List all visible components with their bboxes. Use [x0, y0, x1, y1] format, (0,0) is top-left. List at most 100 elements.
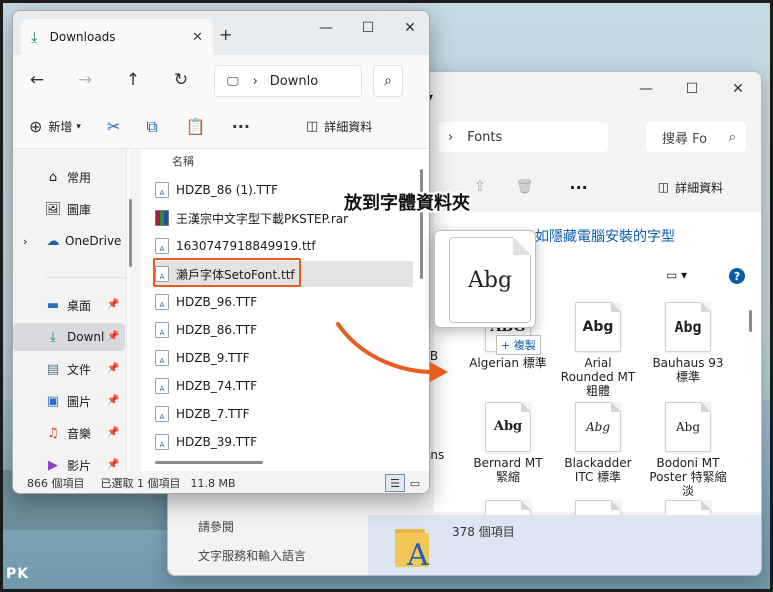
paste-button[interactable]: 📋 [186, 117, 212, 136]
selected-size: 11.8 MB [190, 476, 236, 490]
chevron-right-icon: › [252, 73, 258, 89]
chevron-down-icon: ▾ [681, 268, 688, 282]
details-button-label: 詳細資料 [324, 120, 373, 134]
copy-button[interactable]: ⧉ [146, 117, 163, 137]
search-icon: ⌕ [728, 129, 736, 145]
maximize-icon[interactable]: ☐ [347, 11, 389, 45]
view-select[interactable]: ▭ ▾ [666, 268, 687, 282]
sidebar-item-home[interactable]: ⌂ 常用 [13, 163, 125, 191]
cut-button[interactable]: ✂ [107, 117, 126, 136]
pane-splitter[interactable] [126, 149, 130, 471]
desktop-icon: ▬ [46, 297, 60, 313]
fonts-search-placeholder: 搜尋 Fo [662, 131, 708, 147]
fonts-address-bar[interactable]: › Fonts [438, 122, 608, 152]
navigation-scrollbar[interactable] [129, 199, 132, 267]
chevron-right-icon: › [448, 129, 454, 145]
status-bar: 866 個項目 已選取 1 個項目 11.8 MB ☰ ▭ [13, 471, 429, 493]
pin-icon[interactable]: 📌 [107, 299, 119, 310]
sidebar-item-onedrive[interactable]: › ☁ OneDrive [13, 227, 125, 255]
font-folder-icon: A [395, 529, 429, 569]
details-view-icon[interactable]: ☰ [385, 474, 405, 492]
font-tile[interactable]: Abg Bodoni MT Poster 特緊縮 淡 [648, 402, 728, 498]
font-file-icon: Abg [665, 302, 711, 352]
tiles-view-icon[interactable]: ▭ [405, 474, 425, 492]
fonts-search-input[interactable]: 搜尋 Fo ⌕ [646, 122, 746, 152]
watermark-logo: PK [6, 566, 29, 582]
horizontal-scrollbar[interactable] [155, 461, 263, 464]
close-icon[interactable]: ✕ [389, 11, 429, 45]
font-file-icon: A [155, 294, 169, 310]
share-icon[interactable]: ⇪ [474, 179, 486, 195]
file-name: HDZB_74.TTF [176, 379, 258, 393]
font-tile-label: Arial Rounded MT 粗體 [560, 356, 636, 398]
minimize-icon[interactable]: — [623, 72, 669, 106]
minimize-icon[interactable]: — [305, 11, 347, 45]
font-tile[interactable]: Abg Bauhaus 93 標準 [648, 302, 728, 384]
forward-arrow-icon[interactable]: → [61, 70, 109, 90]
column-header-name[interactable]: 名稱 [172, 153, 194, 169]
font-tile-label: Bernard MT 緊縮 [473, 456, 543, 484]
cloud-icon: ☁ [46, 233, 60, 249]
search-input[interactable]: ⌕ [373, 65, 403, 97]
font-tile-label: Blackadder ITC 標準 [564, 456, 632, 484]
back-arrow-icon[interactable]: ← [13, 70, 61, 90]
pin-icon[interactable]: 📌 [107, 427, 119, 438]
text-services-link[interactable]: 文字服務和輸入語言 [198, 547, 306, 564]
more-options-icon[interactable]: ··· [570, 178, 588, 197]
details-pane-icon[interactable]: ◫ [658, 180, 669, 194]
file-row[interactable]: A HDZB_7.TTF [155, 401, 413, 427]
font-tile[interactable]: Abg Blackadder ITC 標準 [558, 402, 638, 484]
sidebar-item-label: 音樂 [67, 426, 92, 441]
close-icon[interactable]: ✕ [715, 72, 761, 106]
sidebar-item-label: 常用 [67, 170, 92, 185]
font-tile[interactable]: Abg Bernard MT 緊縮 [468, 402, 548, 484]
copy-tooltip: + 複製 [496, 335, 541, 355]
details-button[interactable]: ◫ 詳細資料 [306, 118, 372, 135]
new-button[interactable]: ⊕ 新增 ▾ [29, 117, 81, 136]
fonts-scrollbar[interactable] [748, 294, 754, 524]
download-icon: ⤓ [50, 329, 56, 345]
file-row[interactable]: A 1630747918849919.ttf [155, 233, 413, 259]
item-count: 866 個項目 [27, 477, 85, 490]
sidebar-item-gallery[interactable]: 🖼 圖庫 [13, 195, 125, 223]
pin-icon[interactable]: 📌 [107, 395, 119, 406]
file-name: HDZB_86 (1).TTF [176, 183, 278, 197]
file-name: HDZB_39.TTF [176, 435, 258, 449]
music-icon: ♫ [47, 425, 59, 441]
pin-icon[interactable]: 📌 [107, 459, 119, 470]
fonts-details-button[interactable]: 詳細資料 [675, 179, 723, 196]
instruction-callout: 放到字體資料夾 [344, 193, 470, 214]
download-icon: ⤓ [31, 28, 38, 46]
refresh-icon[interactable]: ↻ [157, 70, 205, 90]
fonts-address-text: Fonts [467, 129, 503, 145]
file-name: HDZB_86.TTF [176, 323, 258, 337]
plus-circle-icon: ⊕ [29, 117, 43, 136]
delete-icon[interactable]: 🗑 [516, 179, 534, 195]
help-icon[interactable]: ? [729, 268, 745, 284]
new-button-label: 新增 [48, 120, 73, 134]
selection-highlight-box [153, 258, 301, 287]
chevron-right-icon[interactable]: › [23, 235, 43, 248]
tab-downloads[interactable]: ⤓ Downloads ✕ [21, 19, 213, 55]
see-also-heading: 請參閱 [198, 520, 235, 534]
font-tile[interactable]: Abg Arial Rounded MT 粗體 [558, 302, 638, 398]
font-file-icon: A [155, 238, 169, 254]
file-row[interactable]: A HDZB_96.TTF [155, 289, 413, 315]
pin-icon[interactable]: 📌 [107, 331, 119, 342]
clipboard-icon: 📋 [185, 117, 206, 136]
address-bar[interactable]: 🖵 › Downlo [214, 65, 362, 97]
new-tab-button[interactable]: + [219, 25, 232, 44]
maximize-icon[interactable]: ☐ [669, 72, 715, 106]
sidebar-divider [46, 277, 126, 278]
close-tab-icon[interactable]: ✕ [192, 30, 203, 45]
font-file-preview-icon: Abg [449, 237, 531, 323]
details-pane-icon: ◫ [305, 119, 319, 134]
pin-icon[interactable]: 📌 [107, 363, 119, 374]
more-options-button[interactable]: ··· [232, 117, 256, 136]
downloads-window: ⤓ Downloads ✕ + — ☐ ✕ ← → ↑ ↻ 🖵 › Downlo… [12, 10, 430, 494]
fonts-subtitle-link[interactable]: 如隱藏電腦安裝的字型 [535, 226, 675, 246]
font-file-icon: A [155, 434, 169, 450]
up-arrow-icon[interactable]: ↑ [109, 70, 157, 90]
file-row[interactable]: A HDZB_39.TTF [155, 429, 413, 455]
fonts-item-count: 378 個項目 [452, 525, 515, 539]
